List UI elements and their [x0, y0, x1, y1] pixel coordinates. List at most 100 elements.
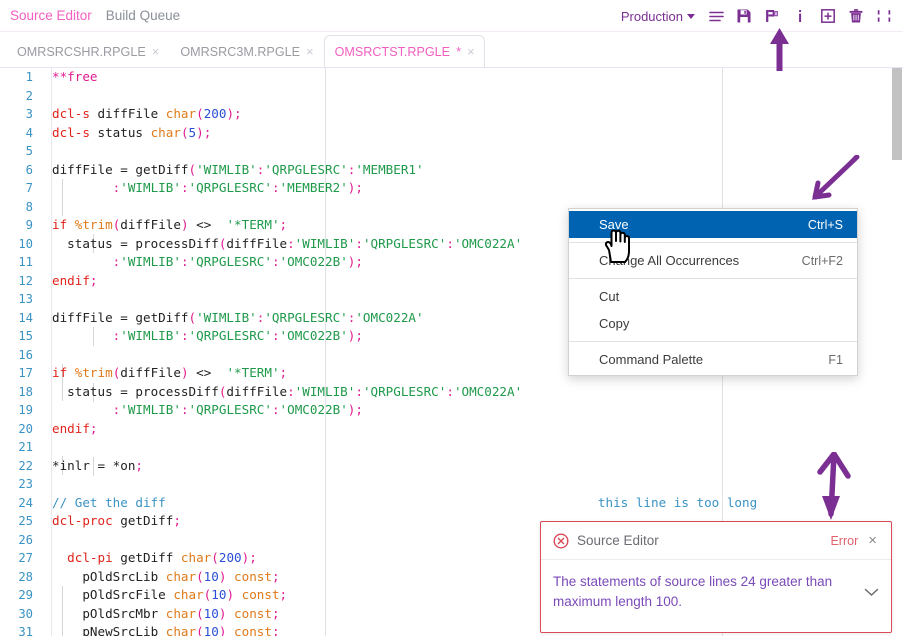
code-token: *inlr = *on: [52, 458, 135, 473]
line-number: 20: [0, 420, 42, 439]
context-menu-item-save[interactable]: Save Ctrl+S: [569, 211, 857, 238]
header-tab-build-queue[interactable]: Build Queue: [106, 8, 180, 23]
code-token: char: [181, 550, 211, 565]
code-token: [52, 180, 113, 195]
line-number: 8: [0, 198, 42, 217]
code-token: (: [196, 569, 204, 584]
close-icon[interactable]: ×: [866, 533, 879, 548]
status-badge: Error: [830, 534, 858, 548]
context-menu-separator: [569, 242, 857, 243]
context-menu-item-cut[interactable]: Cut: [569, 283, 857, 310]
close-icon[interactable]: ×: [305, 45, 315, 58]
code-token: 5: [189, 125, 197, 140]
notification-title: Source Editor: [577, 533, 822, 548]
editor-tab-1[interactable]: OMRSRC3M.RPGLE ×: [169, 35, 323, 67]
line-number: 13: [0, 290, 42, 309]
code-token: 'QRPGLESRC': [189, 328, 272, 343]
code-token: const: [234, 624, 272, 636]
code-line-text: :'WIMLIB':'QRPGLESRC':'MEMBER2');: [42, 179, 903, 198]
line-number: 5: [0, 142, 42, 161]
scrollbar-thumb[interactable]: [892, 68, 902, 160]
editor-tab-0[interactable]: OMRSRCSHR.RPGLE ×: [6, 35, 169, 67]
environment-selector[interactable]: Production: [615, 7, 701, 26]
code-token: diffFile = getDiff: [52, 310, 188, 325]
context-menu-item-copy[interactable]: Copy: [569, 310, 857, 337]
code-token: :: [272, 254, 280, 269]
context-menu-label: Copy: [599, 316, 629, 331]
save-icon[interactable]: [731, 3, 757, 29]
code-line[interactable]: 18 status = processDiff(diffFile:'WIMLIB…: [0, 383, 903, 402]
code-line[interactable]: 5: [0, 142, 903, 161]
code-token: dcl-proc: [52, 513, 113, 528]
delete-icon[interactable]: [843, 3, 869, 29]
fullscreen-icon[interactable]: [871, 3, 897, 29]
code-token: dcl-s: [52, 106, 90, 121]
code-line[interactable]: 4dcl-s status char(5);: [0, 124, 903, 143]
error-circle-icon: [553, 533, 569, 549]
close-icon[interactable]: ×: [151, 45, 161, 58]
menu-icon[interactable]: [703, 3, 729, 29]
context-menu-item-change-all-occurrences[interactable]: Change All Occurrences Ctrl+F2: [569, 247, 857, 274]
code-line-text: dcl-s status char(5);: [42, 124, 903, 143]
code-token: ;: [272, 606, 280, 621]
vertical-scrollbar[interactable]: [891, 68, 903, 636]
code-token: const: [234, 606, 272, 621]
info-icon[interactable]: [787, 3, 813, 29]
code-line[interactable]: 24// Get the diff this line is too long: [0, 494, 903, 513]
editor-tabstrip: OMRSRCSHR.RPGLE × OMRSRC3M.RPGLE × OMSRC…: [0, 32, 903, 68]
code-token: :: [287, 384, 295, 399]
code-token: :: [355, 236, 363, 251]
code-token: ;: [234, 106, 242, 121]
code-token: 'WIMLIB': [196, 310, 257, 325]
dirty-indicator: *: [456, 44, 461, 59]
code-line[interactable]: 22*inlr = *on;: [0, 457, 903, 476]
code-line[interactable]: 1**free: [0, 68, 903, 87]
line-number: 28: [0, 568, 42, 587]
code-line[interactable]: 19 :'WIMLIB':'QRPGLESRC':'OMC022B');: [0, 401, 903, 420]
code-line[interactable]: 2: [0, 87, 903, 106]
code-token: 'QRPGLESRC': [363, 384, 446, 399]
code-line[interactable]: 21: [0, 438, 903, 457]
close-icon[interactable]: ×: [466, 45, 476, 58]
code-token: if: [52, 365, 67, 380]
code-token: 'WIMLIB': [120, 328, 181, 343]
code-line[interactable]: 6diffFile = getDiff('WIMLIB':'QRPGLESRC'…: [0, 161, 903, 180]
editor-tab-2[interactable]: OMSRCTST.RPGLE * ×: [324, 35, 485, 67]
code-token: 'OMC022A': [454, 236, 522, 251]
code-token: endif: [52, 273, 90, 288]
line-number: 9: [0, 216, 42, 235]
line-number: 7: [0, 179, 42, 198]
line-number: 14: [0, 309, 42, 328]
code-line[interactable]: 20endif;: [0, 420, 903, 439]
code-token: [226, 624, 234, 636]
line-number: 3: [0, 105, 42, 124]
code-token: diffFile: [90, 106, 166, 121]
code-token: [52, 402, 113, 417]
line-number: 22: [0, 457, 42, 476]
context-menu-item-command-palette[interactable]: Command Palette F1: [569, 346, 857, 373]
code-line[interactable]: 3dcl-s diffFile char(200);: [0, 105, 903, 124]
code-token: %trim: [75, 217, 113, 232]
code-line[interactable]: 23: [0, 475, 903, 494]
code-token: ): [181, 217, 189, 232]
context-menu-accelerator: Ctrl+S: [808, 218, 843, 232]
add-box-icon[interactable]: [815, 3, 841, 29]
error-notification[interactable]: Source Editor Error × The statements of …: [540, 521, 892, 633]
code-token: <>: [189, 365, 227, 380]
code-token: 'MEMBER2': [280, 180, 348, 195]
code-token: [226, 606, 234, 621]
code-token: );: [348, 180, 363, 195]
branch-icon[interactable]: [759, 3, 785, 29]
chevron-down-icon[interactable]: [864, 584, 879, 602]
code-line[interactable]: 7 :'WIMLIB':'QRPGLESRC':'MEMBER2');: [0, 179, 903, 198]
line-number: 11: [0, 253, 42, 272]
header-tab-source-editor[interactable]: Source Editor: [10, 8, 92, 23]
code-token: :: [287, 236, 295, 251]
context-menu[interactable]: Save Ctrl+S Change All Occurrences Ctrl+…: [568, 208, 858, 376]
line-number: 2: [0, 87, 42, 106]
code-token: :: [446, 384, 454, 399]
code-token: char: [151, 125, 181, 140]
code-token: );: [348, 402, 363, 417]
code-token: status: [90, 125, 151, 140]
line-number: 17: [0, 364, 42, 383]
